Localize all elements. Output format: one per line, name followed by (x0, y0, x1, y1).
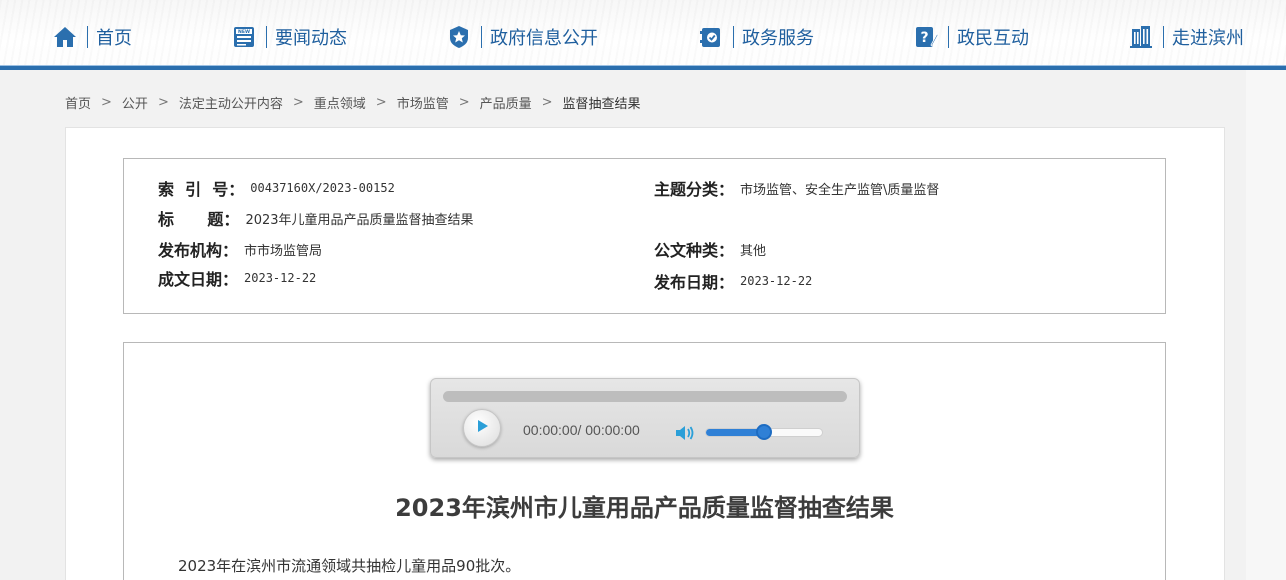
nav-label: 政务服务 (742, 28, 814, 49)
page-right-margin (1246, 70, 1286, 580)
svg-text:?: ? (920, 30, 928, 46)
meta-published-value: 2023-12-22 (740, 274, 813, 288)
question-pen-icon: ? (913, 24, 939, 50)
breadcrumb-public[interactable]: 公开 (122, 93, 148, 112)
meta-subject-row: 主题分类： 市场监管、安全生产监管\质量监督 (654, 177, 939, 199)
meta-subject-label: 主题分类： (654, 180, 735, 199)
meta-index-value: 00437160X/2023-00152 (250, 181, 395, 195)
nav-bottom-bar (0, 65, 1286, 70)
meta-published-label: 发布日期： (654, 273, 735, 292)
meta-subject-value: 市场监管、安全生产监管\质量监督 (740, 182, 940, 198)
news-icon: NEW (231, 24, 257, 50)
breadcrumb-market-supervision[interactable]: 市场监管 (397, 93, 449, 112)
nav-separator (481, 26, 482, 48)
breadcrumb-separator: > (292, 94, 304, 110)
meta-title-value: 2023年儿童用品产品质量监督抽查结果 (245, 212, 474, 228)
nav-separator (733, 26, 734, 48)
article-content: 00:00:00/ 00:00:00 2023年滨州市儿童用品产品质量监督抽查结… (123, 342, 1166, 580)
meta-doctype-row: 公文种类： 其他 (654, 238, 766, 260)
meta-published-row: 发布日期： 2023-12-22 (654, 270, 812, 292)
nav-label: 首页 (96, 28, 132, 49)
meta-publisher-row: 发布机构： 市市场监管局 (158, 238, 322, 260)
nav-item-gov-info[interactable]: 政府信息公开 (446, 22, 598, 52)
meta-index-label: 索 引 号： (158, 180, 245, 199)
breadcrumb-statutory-content[interactable]: 法定主动公开内容 (179, 93, 283, 112)
meta-publisher-label: 发布机构： (158, 241, 239, 260)
nav-item-home[interactable]: 首页 (52, 22, 132, 52)
meta-created-row: 成文日期： 2023-12-22 (158, 267, 316, 289)
top-navigation: 首页 NEW 要闻动态 政府信息公开 政务服务 ? 政民互动 走进滨州 (0, 0, 1286, 70)
play-button[interactable] (463, 409, 501, 447)
nav-item-news[interactable]: NEW 要闻动态 (231, 22, 347, 52)
breadcrumb-separator: > (157, 94, 169, 110)
article-title: 2023年滨州市儿童用品产品质量监督抽查结果 (395, 494, 894, 522)
nav-label: 政府信息公开 (490, 28, 598, 49)
nav-separator (1163, 26, 1164, 48)
badge-star-icon (446, 24, 472, 50)
service-icon (698, 24, 724, 50)
header-background-decoration (0, 0, 1286, 66)
meta-doctype-label: 公文种类： (654, 241, 735, 260)
meta-title-label: 标 题： (158, 210, 240, 229)
meta-title-row: 标 题： 2023年儿童用品产品质量监督抽查结果 (158, 207, 474, 229)
meta-created-value: 2023-12-22 (244, 271, 317, 285)
breadcrumb-home[interactable]: 首页 (65, 93, 91, 112)
meta-publisher-value: 市市场监管局 (244, 243, 323, 259)
nav-label: 要闻动态 (275, 28, 347, 49)
building-icon (1128, 24, 1154, 50)
breadcrumb-key-areas[interactable]: 重点领域 (314, 93, 366, 112)
home-icon (52, 24, 78, 50)
breadcrumb-separator: > (101, 94, 112, 110)
meta-created-label: 成文日期： (158, 270, 239, 289)
breadcrumb: 首页 > 公开 > 法定主动公开内容 > 重点领域 > 市场监管 > 产品质量 … (65, 92, 641, 112)
breadcrumb-current[interactable]: 监督抽查结果 (563, 93, 641, 112)
article-paragraph: 2023年在滨州市流通领域共抽检儿童用品90批次。 (178, 557, 521, 575)
nav-item-services[interactable]: 政务服务 (698, 22, 814, 52)
audio-player: 00:00:00/ 00:00:00 (430, 378, 860, 458)
audio-progress-bar[interactable] (443, 391, 847, 402)
breadcrumb-product-quality[interactable]: 产品质量 (480, 93, 532, 112)
nav-item-about-binzhou[interactable]: 走进滨州 (1128, 22, 1244, 52)
meta-doctype-value: 其他 (740, 243, 767, 259)
nav-item-interaction[interactable]: ? 政民互动 (913, 22, 1029, 52)
breadcrumb-separator: > (541, 94, 553, 110)
play-icon (474, 418, 490, 438)
svg-text:NEW: NEW (238, 29, 250, 35)
document-metadata: 索 引 号： 00437160X/2023-00152 主题分类： 市场监管、安… (123, 158, 1166, 314)
speaker-icon[interactable] (674, 423, 696, 447)
volume-slider[interactable] (705, 424, 823, 440)
breadcrumb-separator: > (458, 94, 470, 110)
volume-slider-handle[interactable] (756, 424, 772, 440)
audio-time-display: 00:00:00/ 00:00:00 (523, 422, 640, 438)
nav-label: 走进滨州 (1172, 28, 1244, 49)
nav-separator (87, 26, 88, 48)
meta-index-row: 索 引 号： 00437160X/2023-00152 (158, 177, 395, 199)
breadcrumb-separator: > (375, 94, 387, 110)
nav-separator (266, 26, 267, 48)
nav-separator (948, 26, 949, 48)
nav-label: 政民互动 (957, 28, 1029, 49)
